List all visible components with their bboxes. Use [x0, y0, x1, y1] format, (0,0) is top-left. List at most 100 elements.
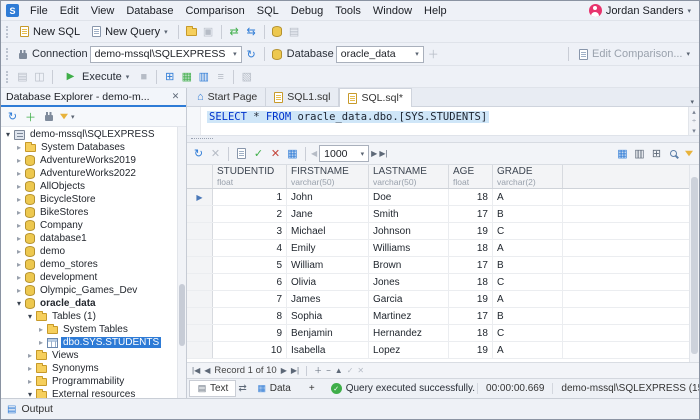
expand-icon[interactable]	[14, 169, 24, 178]
menu-item-window[interactable]: Window	[367, 3, 418, 19]
expand-icon[interactable]	[14, 247, 24, 256]
tab-sql1-sql[interactable]: SQL1.sql	[266, 88, 340, 106]
collapse-icon[interactable]	[25, 312, 35, 321]
refresh-icon[interactable]: ↻	[5, 109, 20, 124]
grid-view-icon[interactable]: ▦	[615, 146, 630, 161]
stop-icon[interactable]: ■	[136, 69, 151, 84]
grid-options-icon[interactable]: ▦	[285, 146, 300, 161]
expand-icon[interactable]	[14, 208, 24, 217]
append-record-icon[interactable]: ＋	[314, 365, 322, 376]
grid-cell[interactable]: 8	[213, 308, 287, 324]
expand-icon[interactable]	[25, 377, 35, 386]
new-query-button[interactable]: New Query ▾	[87, 24, 173, 40]
refresh-results-icon[interactable]: ↻	[191, 146, 206, 161]
toolbar-grip[interactable]	[6, 70, 9, 83]
menu-item-debug[interactable]: Debug	[285, 3, 329, 19]
menu-item-edit[interactable]: Edit	[54, 3, 85, 19]
new-sql-button[interactable]: New SQL	[15, 24, 85, 40]
column-header-grade[interactable]: GRADE varchar(2)	[493, 165, 563, 188]
expand-icon[interactable]	[14, 221, 24, 230]
prev-record-icon[interactable]: ◀	[204, 366, 210, 375]
editor-scrollbar[interactable]: ▴ ÷ ▾	[688, 107, 699, 135]
layout-icon[interactable]: ▤	[15, 69, 30, 84]
tree-item[interactable]: oracle_data	[1, 297, 177, 310]
grid-cell[interactable]: Martinez	[369, 308, 449, 324]
tree-item[interactable]: Views	[1, 349, 177, 362]
delete-record-icon[interactable]: −	[326, 366, 331, 375]
grid-cell[interactable]: 4	[213, 240, 287, 256]
row-selector[interactable]	[187, 240, 213, 256]
tree-item[interactable]: Olympic_Games_Dev	[1, 284, 177, 297]
database-combo[interactable]: oracle_data ▾	[335, 45, 424, 63]
export-data-icon[interactable]	[234, 146, 249, 161]
swap-view-icon[interactable]: ⇄	[238, 381, 246, 396]
grid-cell[interactable]: William	[287, 257, 369, 273]
find-icon[interactable]	[666, 146, 681, 161]
tree-item[interactable]: BicycleStore	[1, 193, 177, 206]
database-tasks-icon[interactable]	[270, 24, 285, 39]
first-record-icon[interactable]: |◀	[192, 366, 200, 375]
tree-item[interactable]: demo	[1, 245, 177, 258]
filter-icon[interactable]	[59, 109, 68, 124]
last-record-icon[interactable]: ▶|	[291, 366, 299, 375]
pivot-view-icon[interactable]: ⊞	[649, 146, 664, 161]
expand-icon[interactable]	[36, 325, 46, 334]
sql-editor[interactable]: SELECT * FROM oracle_data.dbo.[SYS.STUDE…	[187, 107, 699, 135]
scroll-down-icon[interactable]: ▾	[692, 127, 696, 135]
grid-cell[interactable]: Jones	[369, 274, 449, 290]
column-header-age[interactable]: AGE float	[449, 165, 493, 188]
expand-icon[interactable]	[25, 351, 35, 360]
grid-cell[interactable]: Benjamin	[287, 325, 369, 341]
grid-cell[interactable]: 17	[449, 308, 493, 324]
chevron-down-icon[interactable]: ▾	[71, 113, 75, 121]
tree-item[interactable]: development	[1, 271, 177, 284]
menu-item-help[interactable]: Help	[418, 3, 453, 19]
tree-item[interactable]: AdventureWorks2019	[1, 154, 177, 167]
cancel-edit-icon[interactable]: ✕	[357, 366, 364, 375]
sql-code-line[interactable]: SELECT * FROM oracle_data.dbo.[SYS.STUDE…	[201, 107, 490, 135]
page-size-combo[interactable]: 1000 ▾	[319, 145, 370, 162]
grid-cell[interactable]: James	[287, 291, 369, 307]
refresh-connection-icon[interactable]: ↻	[244, 47, 259, 62]
row-selector[interactable]: ▶	[187, 189, 213, 205]
grid-cell[interactable]: A	[493, 342, 563, 358]
grid-cell[interactable]: 18	[449, 189, 493, 205]
grid-cell[interactable]: A	[493, 189, 563, 205]
tab-sql-sql-[interactable]: SQL.sql*	[339, 88, 412, 107]
tree-item[interactable]: BikeStores	[1, 206, 177, 219]
tree-item[interactable]: Company	[1, 219, 177, 232]
user-account-button[interactable]: Jordan Sanders ▾	[586, 4, 694, 17]
menu-item-file[interactable]: File	[24, 3, 54, 19]
grid-cell[interactable]: 1	[213, 189, 287, 205]
grid-cell[interactable]: Lopez	[369, 342, 449, 358]
row-header-corner[interactable]	[187, 165, 213, 188]
grid-cell[interactable]: Olivia	[287, 274, 369, 290]
grid-cell[interactable]: 17	[449, 257, 493, 273]
prev-page-icon[interactable]: ◀	[311, 149, 317, 158]
print-icon[interactable]: ▤	[287, 24, 302, 39]
tab-start-page[interactable]: ⌂ Start Page	[189, 88, 267, 106]
grid-cell[interactable]: Doe	[369, 189, 449, 205]
editor-results-splitter[interactable]	[187, 135, 699, 143]
save-icon[interactable]: ▣	[201, 24, 216, 39]
open-file-icon[interactable]	[184, 24, 199, 39]
tab-list-chevron-icon[interactable]: ▾	[690, 98, 694, 106]
grid-cell[interactable]: 19	[449, 342, 493, 358]
tree-item[interactable]: Tables (1)	[1, 310, 177, 323]
grid-cell[interactable]: B	[493, 206, 563, 222]
toolbar-grip[interactable]	[6, 25, 9, 38]
expand-icon[interactable]	[14, 143, 24, 152]
expand-icon[interactable]	[36, 338, 46, 347]
filter-icon[interactable]	[683, 146, 695, 161]
scrollbar-thumb[interactable]	[691, 177, 698, 354]
close-icon[interactable]: ✕	[170, 89, 181, 104]
grid-cell[interactable]: 3	[213, 223, 287, 239]
column-header-lastname[interactable]: LASTNAME varchar(50)	[369, 165, 449, 188]
menu-item-database[interactable]: Database	[120, 3, 179, 19]
row-selector[interactable]	[187, 308, 213, 324]
grid-cell[interactable]: Hernandez	[369, 325, 449, 341]
expand-icon[interactable]	[14, 273, 24, 282]
row-selector[interactable]	[187, 223, 213, 239]
edit-comparison-button[interactable]: Edit Comparison... ▾	[574, 46, 695, 62]
grid-cell[interactable]: B	[493, 257, 563, 273]
